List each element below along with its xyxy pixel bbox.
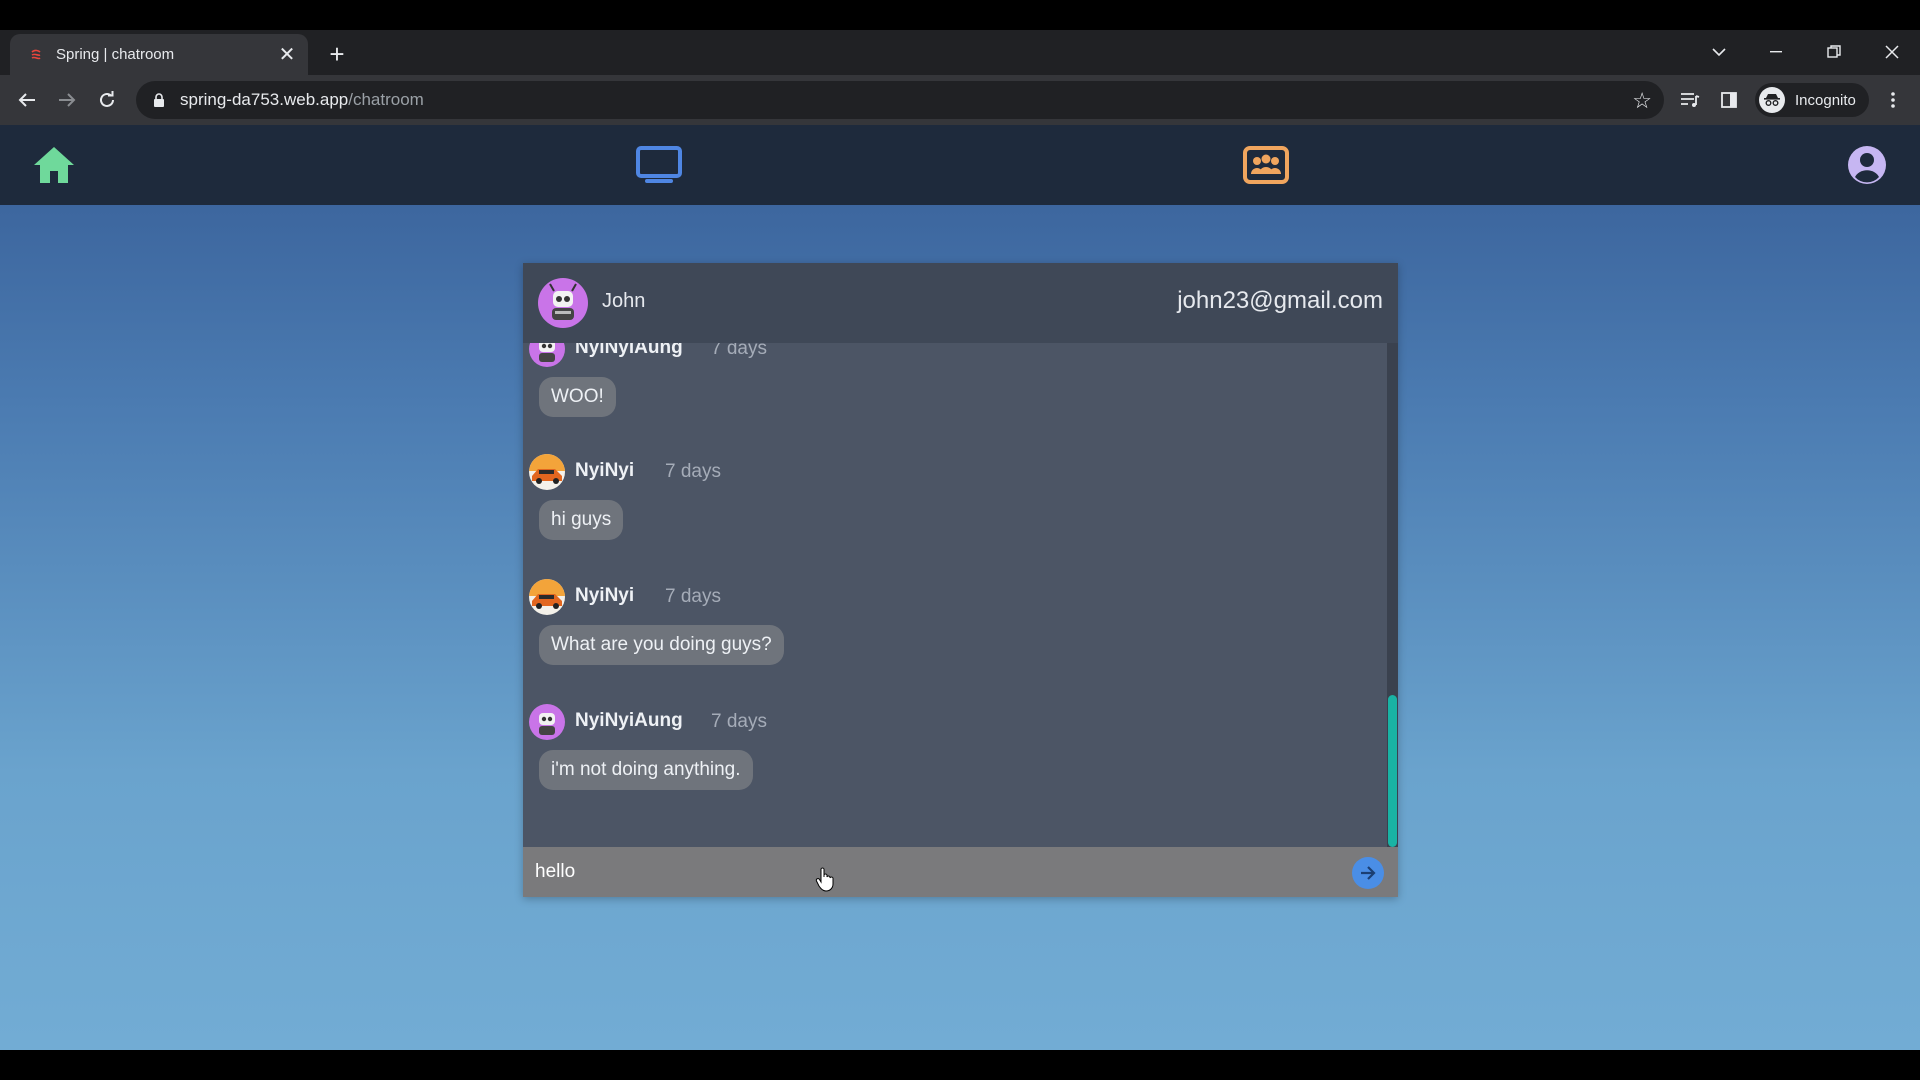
plus-icon[interactable]: +	[322, 39, 352, 69]
profile-label: Incognito	[1795, 91, 1856, 109]
letterbox-top	[0, 0, 1920, 30]
chatroom-panel: John john23@gmail.com NyiNyiAung 7 days …	[523, 263, 1398, 897]
window-close-icon[interactable]	[1868, 34, 1916, 70]
hand-cursor-icon	[815, 867, 834, 892]
purple-robot-avatar	[529, 343, 565, 367]
message-author: NyiNyi	[575, 460, 635, 481]
star-icon[interactable]: ☆	[1632, 88, 1652, 114]
message-bubble: i'm not doing anything.	[539, 750, 753, 790]
chat-header: John john23@gmail.com	[523, 263, 1398, 343]
url-text: spring-da753.web.app/chatroom	[180, 90, 424, 110]
purple-robot-avatar	[529, 704, 565, 740]
favicon-icon	[28, 47, 44, 63]
message-scrollbar[interactable]	[1387, 343, 1398, 847]
tab-search-icon[interactable]	[1695, 34, 1743, 70]
message-bubble: What are you doing guys?	[539, 625, 784, 665]
media-icon[interactable]	[1675, 85, 1705, 115]
kebab-menu-icon[interactable]	[1878, 85, 1908, 115]
close-icon[interactable]: ✕	[274, 42, 300, 68]
message-input[interactable]	[531, 855, 1331, 889]
chat-partner-name: John	[602, 290, 646, 312]
car-avatar	[529, 454, 565, 490]
letterbox-bottom	[0, 1050, 1920, 1080]
url-path: /chatroom	[348, 90, 424, 109]
browser-toolbar: spring-da753.web.app/chatroom ☆ Incognit…	[0, 75, 1920, 125]
lock-icon	[154, 93, 164, 107]
monitor-icon[interactable]	[635, 141, 683, 189]
url-host: spring-da753.web.app	[180, 90, 349, 109]
message-item: NyiNyiAung 7 days WOO!	[529, 343, 1349, 431]
chat-partner-email: john23@gmail.com	[1177, 287, 1383, 314]
back-icon[interactable]	[11, 84, 43, 116]
group-chat-icon[interactable]	[1242, 141, 1290, 189]
app-viewport: John john23@gmail.com NyiNyiAung 7 days …	[0, 125, 1920, 1050]
message-author: NyiNyiAung	[575, 343, 683, 358]
minimize-icon[interactable]	[1752, 34, 1800, 70]
user-account-icon[interactable]	[1843, 141, 1891, 189]
car-avatar	[529, 579, 565, 615]
message-list[interactable]: NyiNyiAung 7 days WOO! NyiNyi 7 days hi …	[523, 343, 1388, 847]
message-item: NyiNyiAung 7 days i'm not doing anything…	[529, 704, 1349, 804]
home-icon[interactable]	[30, 141, 78, 189]
message-item: NyiNyi 7 days What are you doing guys?	[529, 579, 1349, 679]
message-author: NyiNyiAung	[575, 710, 683, 731]
sidepanel-icon[interactable]	[1714, 85, 1744, 115]
browser-tab[interactable]: Spring | chatroom ✕	[10, 34, 308, 75]
incognito-icon	[1759, 87, 1785, 113]
message-time: 7 days	[665, 586, 721, 607]
profile-chip[interactable]: Incognito	[1755, 83, 1869, 117]
message-bubble: WOO!	[539, 377, 616, 417]
message-time: 7 days	[711, 711, 767, 732]
tab-title: Spring | chatroom	[56, 46, 175, 63]
message-composer	[523, 847, 1398, 897]
app-navbar	[0, 125, 1920, 205]
forward-icon[interactable]	[51, 84, 83, 116]
address-bar[interactable]: spring-da753.web.app/chatroom ☆	[136, 81, 1664, 119]
message-time: 7 days	[665, 461, 721, 482]
message-time: 7 days	[711, 343, 767, 359]
arrow-right-icon[interactable]	[1352, 857, 1384, 889]
message-author: NyiNyi	[575, 585, 635, 606]
message-bubble: hi guys	[539, 500, 624, 540]
restore-icon[interactable]	[1810, 34, 1858, 70]
purple-robot-avatar	[538, 278, 588, 328]
reload-icon[interactable]	[91, 84, 123, 116]
browser-tabstrip: Spring | chatroom ✕ +	[0, 30, 1920, 75]
message-item: NyiNyi 7 days hi guys	[529, 454, 1349, 554]
scrollbar-thumb[interactable]	[1388, 695, 1397, 847]
